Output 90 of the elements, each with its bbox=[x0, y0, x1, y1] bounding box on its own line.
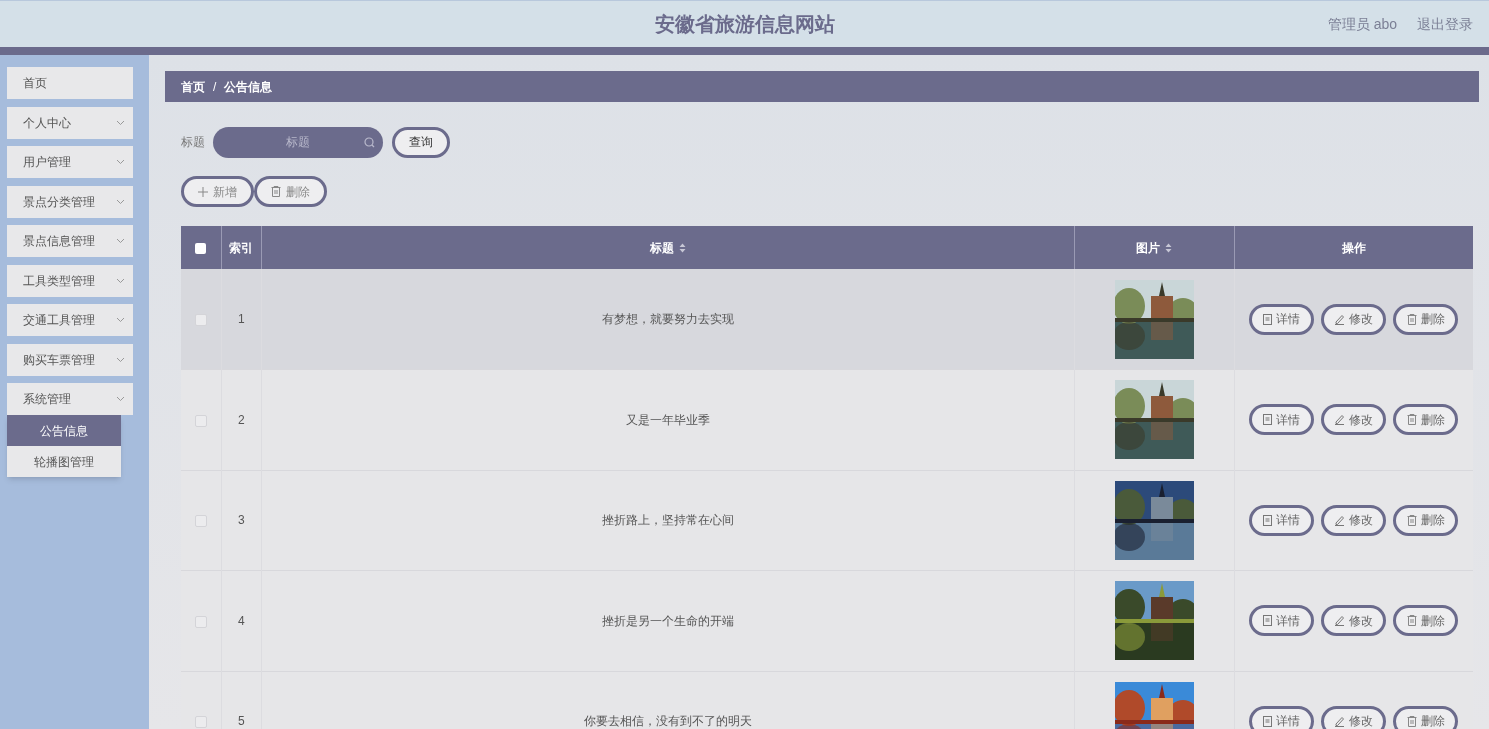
sidebar-menu-item[interactable]: 购买车票管理 bbox=[7, 343, 133, 376]
chevron-down-icon bbox=[116, 159, 125, 165]
sidebar-menu-item[interactable]: 系统管理 bbox=[7, 383, 133, 415]
add-button[interactable]: 新增 bbox=[181, 176, 254, 207]
row-checkbox[interactable] bbox=[194, 615, 207, 628]
chevron-down-icon bbox=[116, 317, 125, 323]
chevron-down-icon bbox=[116, 356, 125, 363]
index-cell: 5 bbox=[238, 714, 245, 729]
chevron-down-icon bbox=[116, 396, 125, 402]
edit-button[interactable]: 修改 bbox=[1321, 605, 1387, 637]
query-button[interactable]: 查询 bbox=[392, 126, 450, 158]
detail-button[interactable]: 详情 bbox=[1249, 605, 1315, 637]
search-label: 标题 bbox=[181, 134, 205, 151]
document-icon bbox=[1263, 414, 1273, 426]
table-row[interactable]: 5 你要去相信，没有到不了的明天 详情 修改 删除 bbox=[181, 671, 1473, 729]
column-header[interactable]: 标题 bbox=[650, 238, 687, 257]
row-checkbox[interactable] bbox=[194, 414, 207, 427]
sidebar-menu-item[interactable]: 用户管理 bbox=[7, 146, 133, 178]
delete-button[interactable]: 删除 bbox=[254, 176, 327, 207]
sort-icon bbox=[1165, 242, 1173, 253]
breadcrumb-link[interactable]: 首页 bbox=[181, 77, 205, 96]
search-icon bbox=[364, 136, 375, 148]
title-cell: 有梦想，就要努力去实现 bbox=[602, 312, 735, 326]
edit-button[interactable]: 修改 bbox=[1321, 303, 1387, 335]
trash-icon bbox=[1406, 615, 1417, 627]
pencil-icon bbox=[1334, 313, 1345, 325]
document-icon bbox=[1263, 615, 1273, 627]
index-cell: 1 bbox=[238, 312, 245, 326]
title-cell: 你要去相信，没有到不了的明天 bbox=[584, 714, 753, 729]
sort-icon bbox=[679, 242, 687, 253]
chevron-down-icon bbox=[116, 119, 125, 126]
breadcrumb-separator: / bbox=[213, 78, 217, 96]
column-header: 操作 bbox=[1341, 239, 1366, 257]
trash-icon bbox=[1406, 715, 1417, 727]
chevron-down-icon bbox=[116, 198, 125, 205]
row-checkbox[interactable] bbox=[194, 515, 207, 528]
pencil-icon bbox=[1334, 615, 1345, 627]
pencil-icon bbox=[1334, 414, 1345, 426]
sidebar-menu-item[interactable]: 首页 bbox=[7, 67, 133, 99]
document-icon bbox=[1263, 514, 1273, 526]
delete-button[interactable]: 删除 bbox=[1393, 605, 1459, 637]
submenu-item[interactable]: 轮播图管理 bbox=[7, 446, 121, 477]
trash-icon bbox=[1406, 514, 1417, 526]
chevron-down-icon bbox=[116, 277, 125, 284]
chevron-down-icon bbox=[116, 238, 125, 244]
trash-icon bbox=[271, 186, 281, 197]
edit-button[interactable]: 修改 bbox=[1321, 705, 1387, 729]
delete-button[interactable]: 删除 bbox=[1393, 705, 1459, 729]
breadcrumb-link[interactable]: 公告信息 bbox=[224, 77, 273, 96]
admin-username: 管理员 abo bbox=[1327, 14, 1397, 34]
trash-icon bbox=[1406, 414, 1417, 426]
column-header[interactable]: 图片 bbox=[1136, 238, 1173, 257]
table-row[interactable]: 3 挫折路上，坚持常在心间 详情 修改 删除 bbox=[181, 470, 1473, 571]
search-field[interactable]: 标题 bbox=[213, 126, 383, 158]
index-cell: 2 bbox=[238, 412, 245, 427]
title-cell: 挫折路上，坚持常在心间 bbox=[602, 513, 735, 528]
sidebar-menu-item[interactable]: 景点分类管理 bbox=[7, 185, 133, 218]
document-icon bbox=[1263, 715, 1273, 727]
index-cell: 4 bbox=[238, 613, 245, 628]
title-cell: 挫折是另一个生命的开端 bbox=[602, 613, 735, 628]
sidebar-menu-item[interactable]: 个人中心 bbox=[7, 106, 133, 139]
plus-icon bbox=[198, 186, 208, 197]
sidebar-menu-item[interactable]: 交通工具管理 bbox=[7, 304, 133, 336]
edit-button[interactable]: 修改 bbox=[1321, 404, 1387, 436]
row-checkbox[interactable] bbox=[194, 716, 207, 729]
title-cell: 又是一年毕业季 bbox=[626, 412, 711, 427]
trash-icon bbox=[1406, 313, 1417, 325]
row-checkbox[interactable] bbox=[194, 313, 207, 326]
submenu-item[interactable]: 公告信息 bbox=[7, 415, 121, 446]
select-all-checkbox[interactable] bbox=[195, 242, 207, 254]
detail-button[interactable]: 详情 bbox=[1249, 303, 1315, 335]
index-cell: 3 bbox=[238, 513, 245, 528]
sidebar-menu-item[interactable]: 工具类型管理 bbox=[7, 264, 133, 297]
column-header: 索引 bbox=[229, 239, 254, 257]
document-icon bbox=[1263, 313, 1273, 325]
detail-button[interactable]: 详情 bbox=[1249, 504, 1315, 536]
detail-button[interactable]: 详情 bbox=[1249, 404, 1315, 436]
sidebar-menu-item[interactable]: 景点信息管理 bbox=[7, 225, 133, 257]
pencil-icon bbox=[1334, 715, 1345, 727]
pencil-icon bbox=[1334, 514, 1345, 526]
delete-button[interactable]: 删除 bbox=[1393, 504, 1459, 536]
logout-link[interactable]: 退出登录 bbox=[1417, 13, 1473, 35]
delete-button[interactable]: 删除 bbox=[1393, 404, 1459, 436]
edit-button[interactable]: 修改 bbox=[1321, 504, 1387, 536]
site-title: 安徽省旅游信息网站 bbox=[654, 13, 835, 35]
table-row[interactable]: 2 又是一年毕业季 详情 修改 删除 bbox=[181, 369, 1473, 470]
delete-button[interactable]: 删除 bbox=[1393, 303, 1459, 335]
table-row[interactable]: 4 挫折是另一个生命的开端 详情 修改 删除 bbox=[181, 570, 1473, 671]
detail-button[interactable]: 详情 bbox=[1249, 705, 1315, 729]
table-row[interactable]: 1 有梦想，就要努力去实现 详情 修改 删除 bbox=[181, 269, 1473, 370]
